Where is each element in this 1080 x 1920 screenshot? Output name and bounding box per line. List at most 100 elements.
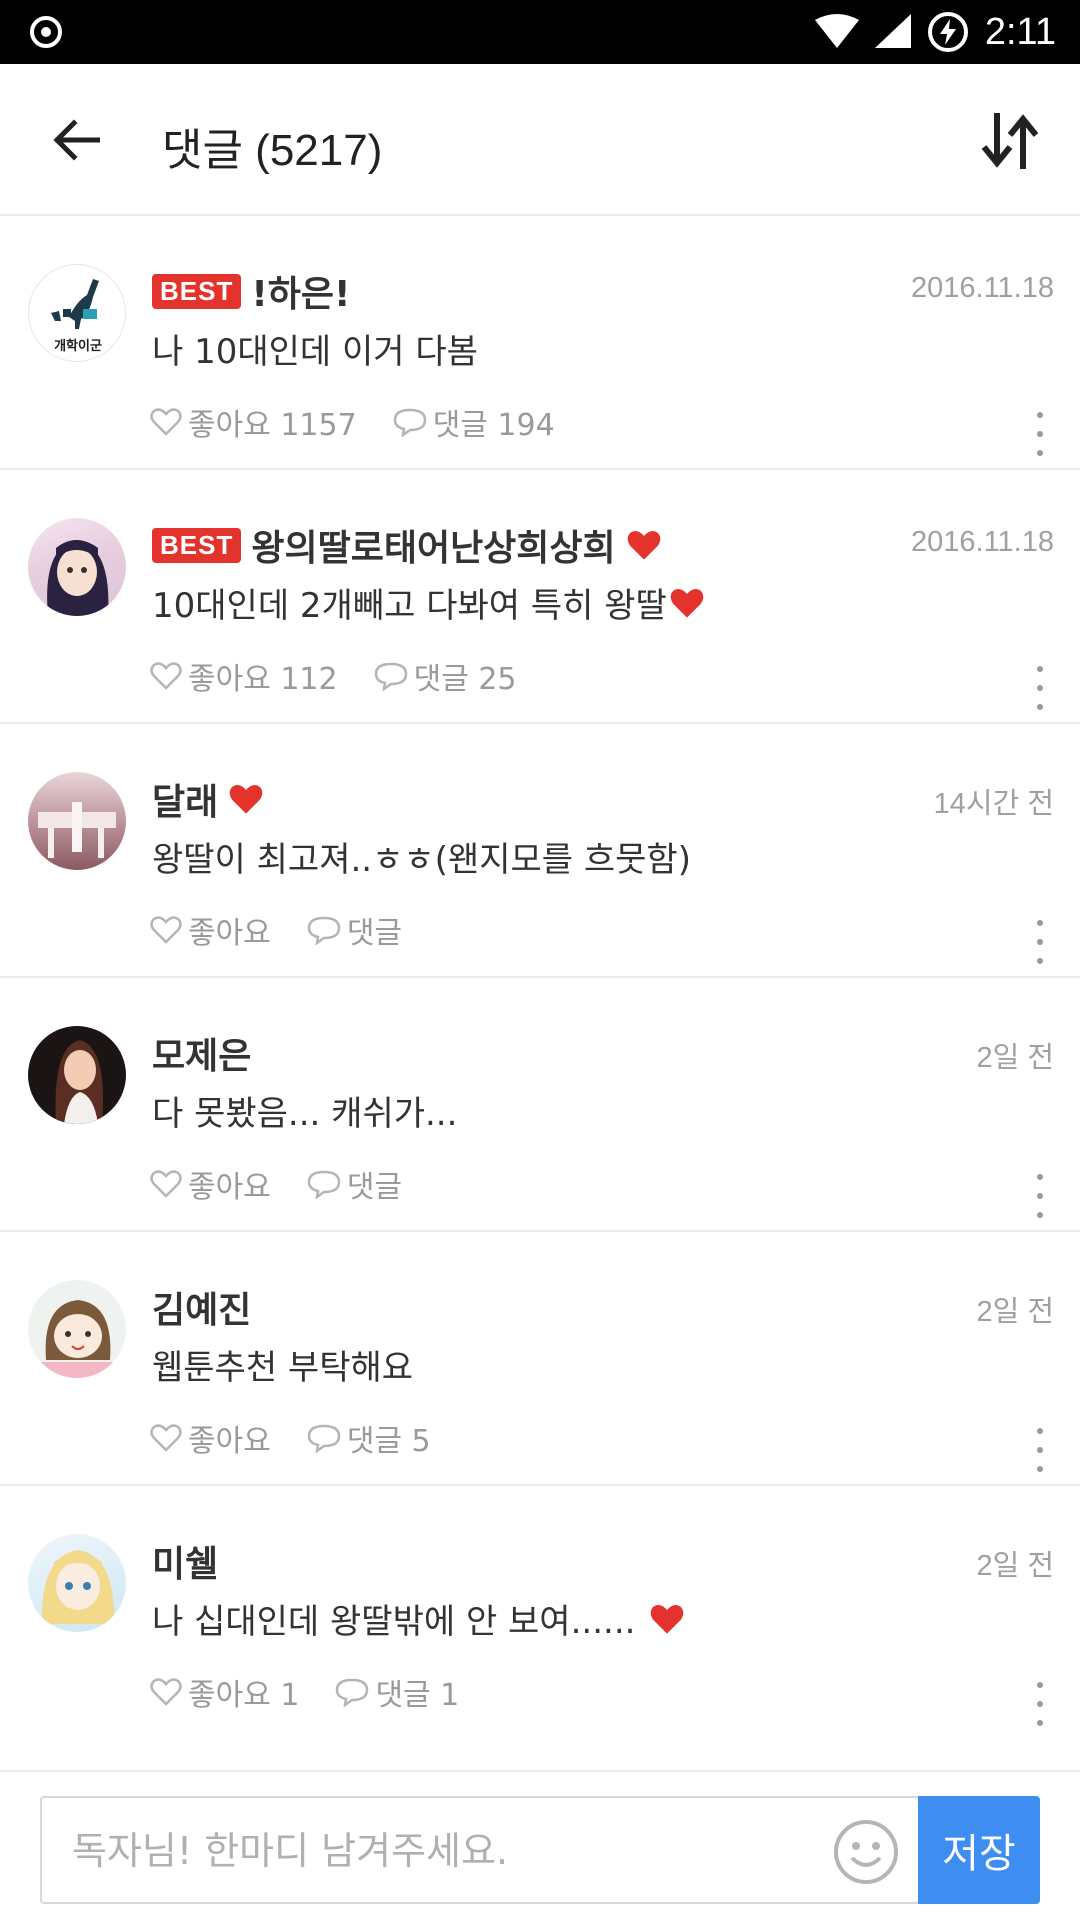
reply-count: 댓글: [346, 916, 403, 951]
photo-avatar-icon: [38, 802, 116, 858]
speech-bubble-icon: [374, 662, 407, 691]
heart-outline-icon: [150, 1424, 182, 1452]
like-button[interactable]: 좋아요 112: [150, 654, 338, 698]
comment-text-content: 10대인데 2개빼고 다봐여 특히 왕딸: [152, 586, 667, 626]
comment-item: 모제은 2일 전 다 못봤음... 캐쉬가... 좋아요 댓글: [0, 978, 1080, 1232]
comment-date: 2일 전: [976, 1550, 1054, 1582]
reply-button[interactable]: 댓글 5: [307, 1416, 431, 1460]
comment-author[interactable]: 미쉘: [152, 1535, 218, 1587]
comment-date: 2016.11.18: [911, 526, 1054, 558]
comment-author[interactable]: 모제은: [152, 1027, 251, 1079]
avatar[interactable]: [28, 1026, 126, 1124]
comment-item: 개학이군 BEST !하은! 2016.11.18 나 10대인데 이거 다봄 …: [0, 216, 1080, 470]
like-button[interactable]: 좋아요 1: [150, 1670, 299, 1714]
speech-bubble-icon: [307, 1424, 341, 1453]
avatar[interactable]: [28, 1534, 126, 1632]
status-bar: 2:11: [0, 0, 1080, 64]
more-vertical-icon[interactable]: [1030, 666, 1050, 710]
comment-text: 10대인데 2개빼고 다봐여 특히 왕딸: [152, 578, 705, 627]
smiley-icon[interactable]: [832, 1818, 900, 1886]
more-vertical-icon[interactable]: [1030, 1682, 1050, 1726]
red-heart-icon: [670, 588, 704, 618]
comment-item: 달래 14시간 전 왕딸이 최고져..ㅎㅎ(왠지모를 흐뭇함) 좋아요 댓글: [0, 724, 1080, 978]
comment-input[interactable]: [72, 1816, 832, 1886]
like-button[interactable]: 좋아요: [150, 1416, 271, 1460]
comment-text: 웹툰추천 부탁해요: [152, 1340, 413, 1389]
comment-text: 나 10대인데 이거 다봄: [152, 324, 478, 373]
reply-button[interactable]: 댓글: [307, 908, 402, 952]
avatar[interactable]: [28, 772, 126, 870]
best-badge: BEST: [152, 273, 242, 309]
speech-bubble-icon: [307, 1170, 341, 1199]
arrow-left-icon: [53, 119, 100, 161]
avatar[interactable]: [28, 518, 126, 616]
comment-text-content: 웹툰추천 부탁해요: [152, 1348, 414, 1388]
signal-icon: [874, 14, 911, 48]
anime-girl-avatar-icon: [38, 1300, 118, 1378]
anime-girl-avatar-icon: [41, 1550, 115, 1624]
like-count: 좋아요: [188, 1170, 271, 1205]
comment-list: 개학이군 BEST !하은! 2016.11.18 나 10대인데 이거 다봄 …: [0, 216, 1080, 1740]
comment-item: 김예진 2일 전 웹툰추천 부탁해요 좋아요 댓글 5: [0, 1232, 1080, 1486]
best-badge: BEST: [152, 527, 242, 563]
comment-input-bar: 저장: [0, 1770, 1080, 1920]
app-bar: 댓글 (5217): [0, 64, 1080, 216]
like-button[interactable]: 좋아요: [150, 1162, 271, 1206]
speech-bubble-icon: [307, 916, 341, 945]
avatar[interactable]: 개학이군: [28, 264, 126, 362]
heart-outline-icon: [150, 662, 182, 690]
like-count: 좋아요 1: [188, 1678, 300, 1713]
reply-button[interactable]: 댓글: [307, 1162, 402, 1206]
like-count: 좋아요 1157: [188, 408, 357, 443]
back-button[interactable]: [38, 108, 114, 172]
comment-text: 왕딸이 최고져..ㅎㅎ(왠지모를 흐뭇함): [152, 832, 691, 881]
sort-arrows-icon: [981, 113, 1039, 169]
reply-button[interactable]: 댓글 1: [335, 1670, 459, 1714]
comment-item: BEST 왕의딸로태어난상희상희 2016.11.18 10대인데 2개빼고 다…: [0, 470, 1080, 724]
comment-text-content: 왕딸이 최고져..ㅎㅎ(왠지모를 흐뭇함): [152, 840, 691, 880]
red-heart-icon: [627, 530, 660, 560]
like-count: 좋아요: [188, 916, 271, 951]
heart-outline-icon: [150, 1170, 182, 1198]
comment-date: 2016.11.18: [911, 272, 1054, 304]
like-count: 좋아요 112: [188, 662, 338, 697]
comment-author[interactable]: 달래: [152, 773, 218, 825]
wifi-icon: [814, 14, 859, 48]
reply-count: 댓글: [346, 1170, 403, 1205]
comment-date: 14시간 전: [933, 788, 1054, 820]
comment-text: 나 십대인데 왕딸밖에 안 보여......: [152, 1594, 685, 1643]
reply-count: 댓글 25: [413, 662, 517, 697]
comment-author[interactable]: 왕의딸로태어난상희상희: [251, 519, 615, 571]
more-vertical-icon[interactable]: [1030, 1174, 1050, 1218]
like-button[interactable]: 좋아요: [150, 908, 271, 952]
page-title: 댓글 (5217): [162, 126, 383, 175]
comment-text-content: 나 십대인데 왕딸밖에 안 보여......: [152, 1602, 636, 1642]
avatar[interactable]: [28, 1280, 126, 1378]
like-count: 좋아요: [188, 1424, 271, 1459]
save-button[interactable]: 저장: [918, 1796, 1040, 1904]
comment-author[interactable]: !하은!: [251, 265, 350, 317]
heart-outline-icon: [150, 916, 182, 944]
comment-date: 2일 전: [976, 1042, 1054, 1074]
red-heart-icon: [229, 784, 263, 814]
comment-author[interactable]: 김예진: [152, 1281, 251, 1333]
sort-button[interactable]: [970, 108, 1050, 174]
anime-girl-avatar-icon: [47, 540, 109, 616]
more-vertical-icon[interactable]: [1030, 1428, 1050, 1472]
comment-text-content: 다 못봤음... 캐쉬가...: [152, 1094, 458, 1134]
reply-button[interactable]: 댓글 25: [374, 654, 517, 698]
like-button[interactable]: 좋아요 1157: [150, 400, 357, 444]
comment-text-content: 나 10대인데 이거 다봄: [152, 332, 478, 372]
battery-charging-icon: [927, 12, 968, 52]
reply-button[interactable]: 댓글 194: [393, 400, 555, 444]
reply-count: 댓글 1: [375, 1678, 460, 1713]
reply-count: 댓글 5: [346, 1424, 431, 1459]
heart-outline-icon: [150, 408, 182, 436]
notification-icon: [30, 16, 62, 48]
more-vertical-icon[interactable]: [1030, 920, 1050, 964]
clock: 2:11: [984, 10, 1056, 53]
speech-bubble-icon: [393, 408, 426, 437]
comment-item: 미쉘 2일 전 나 십대인데 왕딸밖에 안 보여...... 좋아요 1 댓글 …: [0, 1486, 1080, 1740]
more-vertical-icon[interactable]: [1030, 412, 1050, 456]
heart-outline-icon: [150, 1678, 182, 1706]
